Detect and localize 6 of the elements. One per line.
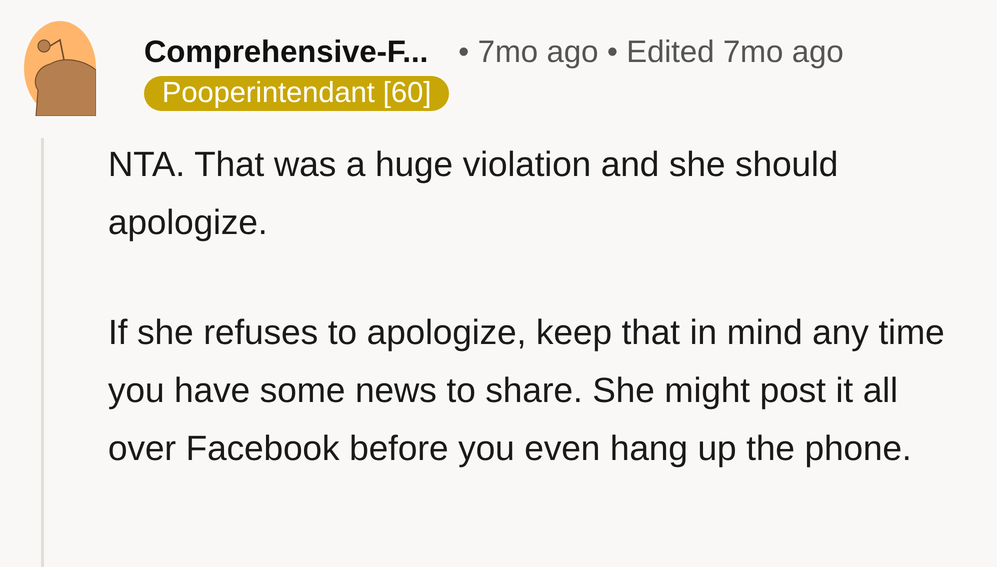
avatar-icon	[24, 20, 96, 116]
comment-paragraph: If she refuses to apologize, keep that in mind any time you have some news to share. She might post it all over Facebook before you even hang up the phone.	[108, 312, 946, 470]
user-flair: Pooperintendant [60]	[144, 76, 450, 111]
comment-paragraph: NTA. That was a huge violation and she should apologize.	[108, 144, 840, 244]
timestamp: • 7mo ago • Edited 7mo ago	[458, 34, 844, 70]
username[interactable]: Comprehensive-F...	[144, 34, 428, 70]
